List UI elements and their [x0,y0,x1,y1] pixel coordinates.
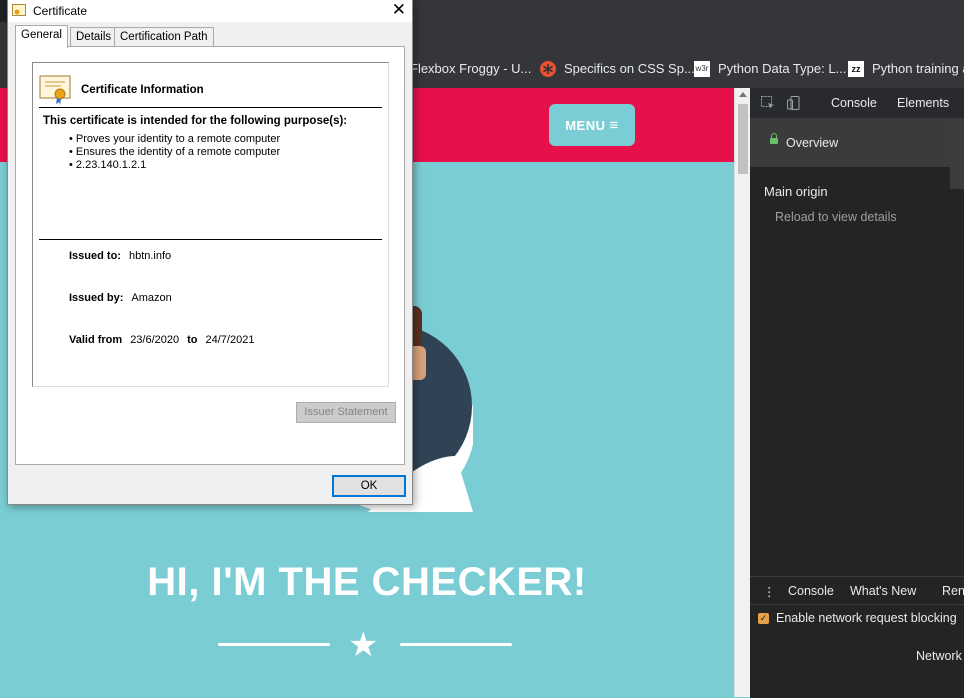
certificate-dialog: Certificate ✕ General Details Certificat… [7,0,413,505]
drawer-tabbar: ⋮ Console What's New Rend [750,577,964,605]
menu-label: MENU [565,117,606,133]
valid-to-label: to [187,334,198,346]
overview-label: Overview [786,136,839,150]
purpose-title: This certificate is intended for the fol… [43,115,348,127]
page-scrollbar[interactable] [734,88,751,697]
issued-by-label: Issued by: [69,292,124,304]
valid-to-value: 24/7/2021 [205,334,255,346]
zz-icon: zz [848,60,864,77]
drawer-tab-whats-new[interactable]: What's New [850,584,916,598]
reload-hint[interactable]: Reload to view details [775,210,897,224]
tab-general[interactable]: General [15,25,68,48]
bookmark-label: Specifics on CSS Sp... [564,61,695,76]
issuer-statement-button[interactable]: Issuer Statement [296,402,396,423]
validity-row: Valid from 23/6/2020 to 24/7/2021 [69,334,254,346]
hamburger-icon: ≡ [609,116,619,134]
list-item: Ensures the identity of a remote compute… [69,146,280,159]
device-toolbar-icon[interactable] [786,95,802,111]
drawer-menu-icon[interactable]: ⋮ [763,584,776,599]
bookmark-label: Flexbox Froggy - U... [410,61,532,76]
asterisk-icon [540,60,556,77]
general-tab-panel: Certificate Information This certificate… [15,46,405,465]
issued-to-label: Issued to: [69,250,121,262]
dialog-title: Certificate [33,4,88,18]
drawer-tab-rendering[interactable]: Rend [942,584,964,598]
certificate-icon [39,75,71,105]
close-icon[interactable]: ✕ [392,0,406,20]
main-origin-heading: Main origin [764,184,828,199]
inspect-element-icon[interactable] [760,95,776,111]
w3r-icon: w3r [694,60,710,77]
bookmark-label: Python training a [872,61,964,76]
certificate-info-heading: Certificate Information [81,84,204,96]
bookmark-flexbox-froggy[interactable]: Flexbox Froggy - U... [410,49,531,88]
issued-by-value: Amazon [131,292,172,304]
issued-by-row: Issued by: Amazon [69,292,172,304]
valid-from-label: Valid from [69,334,123,346]
network-blocking-checkbox[interactable]: ✓ [758,612,769,624]
drawer-tab-console[interactable]: Console [788,584,834,598]
scroll-up-arrow-icon[interactable] [739,92,747,97]
headline-divider: ★ [218,628,512,662]
issued-to-row: Issued to: hbtn.info [69,250,171,262]
network-label: Network [916,649,962,663]
issued-to-value: hbtn.info [128,250,172,262]
tab-console[interactable]: Console [831,96,877,110]
ok-button[interactable]: OK [332,475,406,497]
menu-button[interactable]: MENU ≡ [549,104,635,146]
bookmark-python-data-type[interactable]: w3r Python Data Type: L... [694,49,846,88]
network-blocking-label: Enable network request blocking [776,611,957,625]
star-icon: ★ [348,626,379,664]
purpose-list: Proves your identity to a remote compute… [69,133,280,172]
security-main-pane [950,119,964,189]
tab-details[interactable]: Details [70,27,118,47]
devtools-drawer: ⋮ Console What's New Rend ✓ Enable netwo… [750,576,964,698]
security-overview-item[interactable]: Overview [750,119,950,167]
devtools-panel: Console Elements Overview Main origin Re… [750,88,964,698]
valid-from-value: 23/6/2020 [130,334,180,346]
devtools-tabbar: Console Elements [750,88,964,119]
bookmark-python-training[interactable]: zz Python training a [848,49,964,88]
certificate-info-box: Certificate Information This certificate… [32,62,389,387]
bookmark-css-specifics[interactable]: Specifics on CSS Sp... [540,49,695,88]
lock-icon [770,133,778,144]
scrollbar-thumb[interactable] [738,104,748,174]
divider [39,107,382,108]
divider [39,239,382,240]
list-item: 2.23.140.1.2.1 [69,159,280,172]
network-blocking-row[interactable]: ✓ Enable network request blocking [758,611,957,625]
dialog-titlebar: Certificate ✕ [8,0,412,22]
tab-elements[interactable]: Elements [897,96,949,110]
tab-certification-path[interactable]: Certification Path [114,27,214,47]
bookmark-label: Python Data Type: L... [718,61,847,76]
certificate-title-icon [12,4,26,16]
page-headline: HI, I'M THE CHECKER! [147,560,587,604]
list-item: Proves your identity to a remote compute… [69,133,280,146]
